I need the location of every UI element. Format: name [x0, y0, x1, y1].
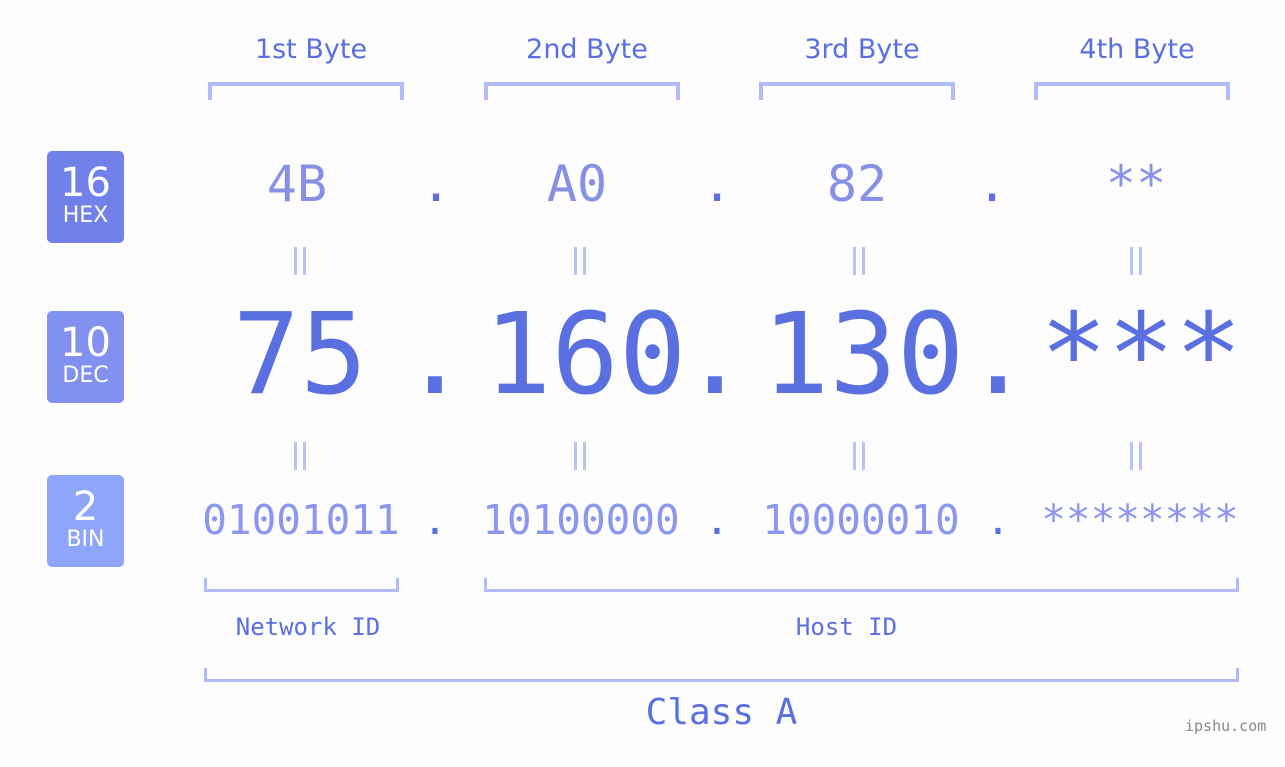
equals-icon: [851, 442, 871, 470]
dec-value-4: ***: [1040, 290, 1243, 420]
dec-badge-base: 10: [60, 320, 111, 366]
equals-icon: [851, 247, 871, 275]
byte-bracket-1: [208, 82, 404, 100]
bin-badge-base: 2: [72, 484, 99, 530]
network-id-bracket: [204, 578, 399, 592]
bin-badge-label: BIN: [66, 527, 105, 552]
hex-value-4: **: [1105, 155, 1167, 213]
byte-label-1: 1st Byte: [254, 34, 368, 65]
equals-icon: [572, 247, 592, 275]
hex-badge: 16 HEX: [47, 151, 124, 243]
hex-badge-base: 16: [60, 160, 111, 206]
dec-dot-2: .: [681, 290, 749, 420]
host-id-label: Host ID: [795, 613, 898, 641]
class-label: Class A: [645, 692, 798, 733]
host-id-bracket: [484, 578, 1239, 592]
dec-value-3: 130: [762, 290, 965, 420]
dec-badge-label: DEC: [62, 363, 109, 388]
dec-badge: 10 DEC: [47, 311, 124, 403]
bin-value-4: ********: [1041, 496, 1239, 544]
byte-bracket-3: [759, 82, 955, 100]
byte-bracket-4: [1034, 82, 1230, 100]
class-bracket: [204, 668, 1239, 682]
equals-icon: [1128, 442, 1148, 470]
dec-value-1: 75: [232, 290, 368, 420]
dec-dot-1: .: [401, 290, 469, 420]
dec-dot-3: .: [964, 290, 1032, 420]
watermark: ipshu.com: [1185, 717, 1267, 735]
bin-badge: 2 BIN: [47, 475, 124, 567]
byte-bracket-2: [484, 82, 680, 100]
equals-icon: [292, 442, 312, 470]
dec-value-2: 160: [484, 290, 687, 420]
byte-label-3: 3rd Byte: [804, 34, 920, 65]
network-id-label: Network ID: [235, 613, 381, 641]
byte-label-4: 4th Byte: [1079, 34, 1195, 65]
equals-icon: [572, 442, 592, 470]
byte-label-2: 2nd Byte: [526, 34, 648, 65]
equals-icon: [1128, 247, 1148, 275]
hex-badge-label: HEX: [62, 203, 109, 228]
equals-icon: [292, 247, 312, 275]
